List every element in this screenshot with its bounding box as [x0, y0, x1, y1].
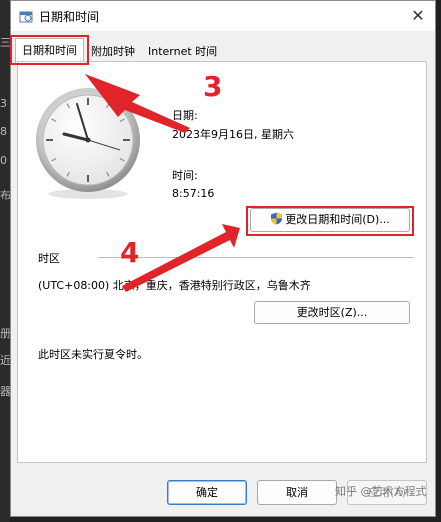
arrow-to-change-datetime: [122, 224, 240, 292]
watermark: 知乎 @艺术方程式: [335, 485, 427, 498]
annotation-step-4: 4: [120, 236, 140, 269]
annotation-step-3: 3: [203, 70, 223, 103]
arrow-to-tab: [85, 74, 190, 133]
